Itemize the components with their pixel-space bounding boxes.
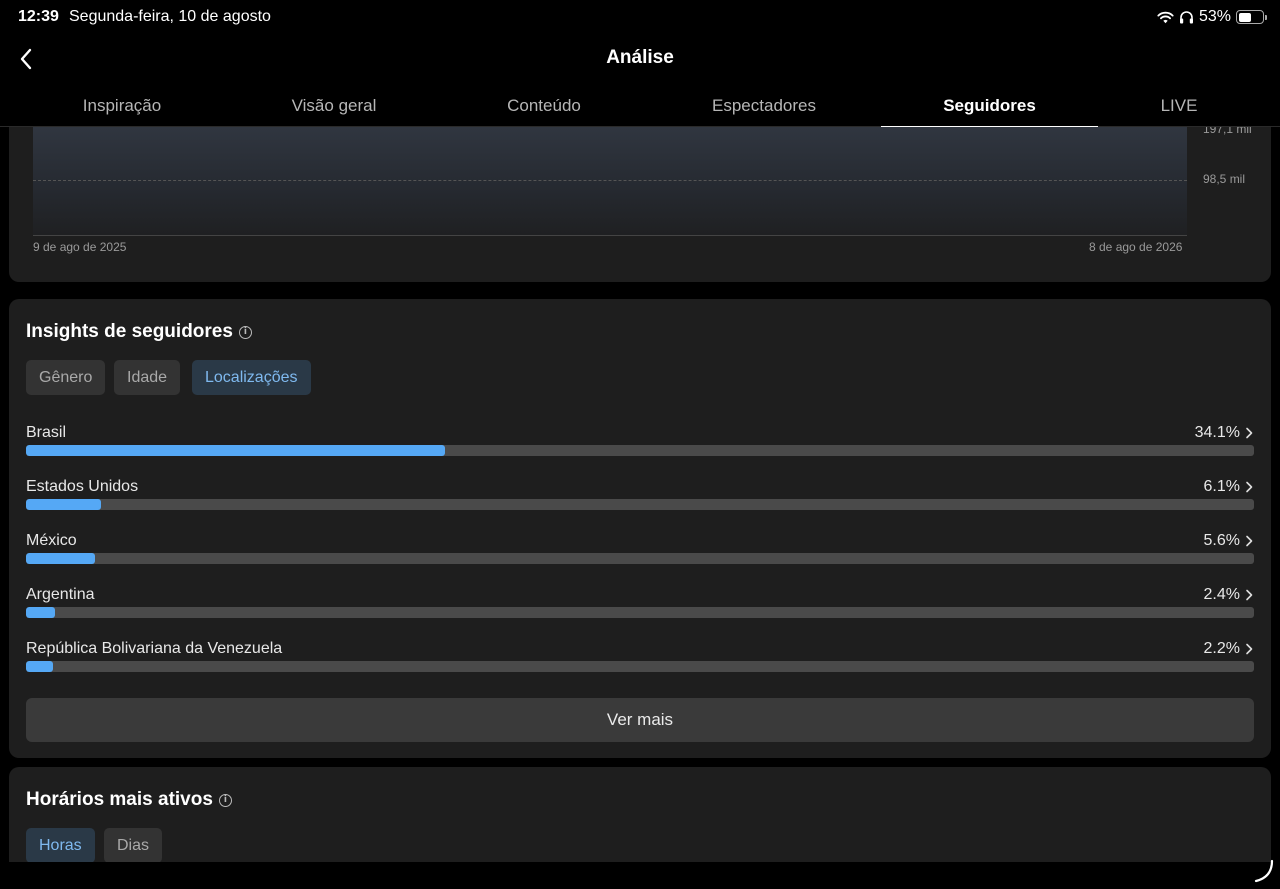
chevron-right-icon <box>1246 589 1253 601</box>
location-bar-track <box>26 607 1254 618</box>
location-bar-fill <box>26 661 54 672</box>
tab-content[interactable]: Conteúdo <box>424 84 664 127</box>
info-icon[interactable]: i <box>218 793 232 807</box>
chip-locations[interactable]: Localizações <box>192 360 311 395</box>
chip-days[interactable]: Dias <box>104 828 163 862</box>
chevron-right-icon <box>1246 427 1253 439</box>
x-tick-end: 8 de ago de 2026 <box>1089 240 1183 254</box>
info-icon[interactable]: i <box>238 325 252 339</box>
chip-hours[interactable]: Horas <box>26 828 95 862</box>
location-name: México <box>26 532 77 549</box>
tab-bar: Inspiração Visão geral Conteúdo Espectad… <box>0 84 1280 128</box>
active-hours-title: Horários mais ativos i <box>26 789 232 811</box>
chart-gridline <box>33 180 1187 181</box>
corner-resize-icon <box>1254 859 1274 883</box>
location-name: Estados Unidos <box>26 478 139 495</box>
x-tick-start: 9 de ago de 2025 <box>33 240 127 254</box>
insights-title-text: Insights de seguidores <box>26 321 233 342</box>
tab-live[interactable]: LIVE <box>1098 84 1260 127</box>
followers-chart-card: 197,1 mil 98,5 mil 9 de ago de 2025 8 de… <box>9 127 1271 282</box>
active-hours-card: Horários mais ativos i Horas Dias <box>9 767 1271 862</box>
location-bar-track <box>26 445 1254 456</box>
location-percent: 2.2% <box>1203 640 1240 657</box>
chevron-right-icon <box>1246 481 1253 493</box>
active-hours-title-text: Horários mais ativos <box>26 789 213 810</box>
tab-inspiration[interactable]: Inspiração <box>0 84 244 127</box>
tab-followers[interactable]: Seguidores <box>881 84 1098 128</box>
battery-percent: 53% <box>1198 8 1231 25</box>
location-row[interactable]: Estados Unidos 6.1% <box>26 478 1254 522</box>
location-row[interactable]: Argentina 2.4% <box>26 586 1254 630</box>
status-indicators: 53% <box>1157 8 1267 26</box>
location-bar-fill <box>26 553 95 564</box>
y-tick-mid: 98,5 mil <box>1203 172 1246 186</box>
location-name: Brasil <box>26 424 67 441</box>
chip-age[interactable]: Idade <box>114 360 181 395</box>
battery-level <box>1238 12 1251 22</box>
location-percent: 34.1% <box>1194 424 1240 441</box>
location-percent: 5.6% <box>1203 532 1240 549</box>
location-row[interactable]: México 5.6% <box>26 532 1254 576</box>
location-name: Argentina <box>26 586 95 603</box>
headphones-icon <box>1179 11 1193 24</box>
see-more-button[interactable]: Ver mais <box>26 698 1254 742</box>
location-name: República Bolivariana da Venezuela <box>26 640 283 657</box>
y-tick-top: 197,1 mil <box>1203 127 1252 136</box>
status-bar: 12:39 Segunda-feira, 10 de agosto 53% <box>0 0 1280 36</box>
page-title: Análise <box>606 47 674 68</box>
location-bar-track <box>26 661 1254 672</box>
followers-chart-area <box>33 127 1187 236</box>
location-row[interactable]: República Bolivariana da Venezuela 2.2% <box>26 640 1254 684</box>
location-percent: 6.1% <box>1203 478 1240 495</box>
location-bar-fill <box>26 607 56 618</box>
location-percent: 2.4% <box>1203 586 1240 603</box>
chip-gender[interactable]: Gênero <box>26 360 106 395</box>
location-bar-track <box>26 553 1254 564</box>
tab-overview[interactable]: Visão geral <box>244 84 424 127</box>
chevron-right-icon <box>1246 535 1253 547</box>
location-bar-track <box>26 499 1254 510</box>
battery-icon <box>1236 10 1267 24</box>
status-time: 12:39 <box>18 8 59 25</box>
follower-insights-card: Insights de seguidores i Gênero Idade Lo… <box>9 299 1271 758</box>
location-row[interactable]: Brasil 34.1% <box>26 424 1254 468</box>
wifi-icon <box>1157 11 1174 23</box>
status-date: Segunda-feira, 10 de agosto <box>69 8 271 25</box>
insights-title: Insights de seguidores i <box>26 321 252 343</box>
chevron-right-icon <box>1246 643 1253 655</box>
tab-viewers[interactable]: Espectadores <box>664 84 864 127</box>
location-bar-fill <box>26 499 101 510</box>
location-bar-fill <box>26 445 445 456</box>
content-scroll[interactable]: 197,1 mil 98,5 mil 9 de ago de 2025 8 de… <box>0 127 1280 862</box>
